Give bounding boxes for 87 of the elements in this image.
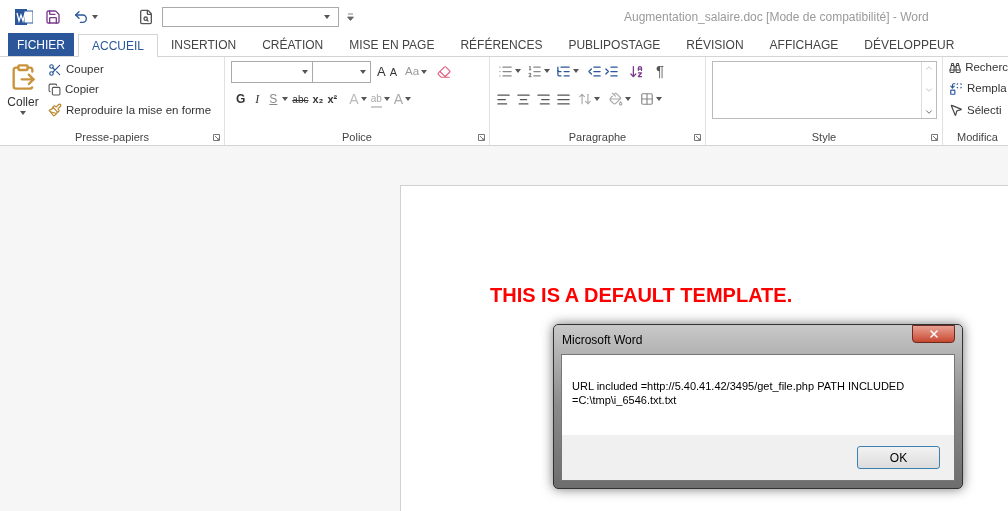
caret-icon xyxy=(383,97,390,101)
sort-icon[interactable] xyxy=(629,63,644,79)
subscript-button[interactable]: x₂ xyxy=(310,89,326,109)
window-title: Augmentation_salaire.doc [Mode de compatibilité] - Word xyxy=(624,9,929,26)
ribbon-tab[interactable]: AFFICHAGE xyxy=(756,33,852,56)
bold-button[interactable]: G xyxy=(231,89,251,109)
dialog-message: URL included =http://5.40.41.42/3495/get_file.php PATH INCLUDED =C:\tmp\i_6546.txt.txt xyxy=(572,379,906,407)
ok-button[interactable]: OK xyxy=(857,446,940,469)
shrink-font-button[interactable]: A xyxy=(387,62,399,82)
paintbrush-icon xyxy=(48,103,62,118)
ribbon-tab[interactable]: MISE EN PAGE xyxy=(336,33,448,56)
caret-icon xyxy=(282,97,289,101)
align-center-icon[interactable] xyxy=(516,91,531,107)
print-preview-icon[interactable] xyxy=(138,9,154,25)
caret-icon xyxy=(656,97,662,101)
ribbon-tab[interactable]: CRÉATION xyxy=(249,33,337,56)
decrease-indent-icon[interactable] xyxy=(587,63,602,79)
copy-icon xyxy=(48,83,61,97)
group-label: Style xyxy=(811,129,837,145)
cut-button[interactable]: Couper xyxy=(48,61,212,79)
caret-icon xyxy=(544,69,550,73)
align-right-icon[interactable] xyxy=(536,91,551,107)
cursor-icon xyxy=(949,103,963,118)
caret-icon xyxy=(573,69,579,73)
caret-icon xyxy=(625,97,631,101)
launcher-icon[interactable] xyxy=(931,134,938,141)
combo-box[interactable] xyxy=(162,7,339,27)
customize-icon[interactable] xyxy=(347,13,354,21)
ribbon-tab[interactable]: ACCUEIL xyxy=(78,34,158,57)
paint-bucket-icon xyxy=(609,92,623,106)
close-button[interactable] xyxy=(912,325,955,343)
copy-button[interactable]: Copier xyxy=(48,81,212,99)
paste-button[interactable]: Coller xyxy=(4,63,42,129)
grow-font-button[interactable]: A xyxy=(371,62,388,82)
eraser-icon[interactable] xyxy=(437,65,452,79)
strikethrough-button[interactable]: abc xyxy=(290,89,311,109)
launcher-icon[interactable] xyxy=(213,134,220,141)
font-name-field[interactable] xyxy=(231,61,313,83)
launcher-icon[interactable] xyxy=(694,134,701,141)
caret-icon xyxy=(421,70,428,74)
grid-icon xyxy=(640,92,654,106)
ribbon-tab[interactable]: FICHIER xyxy=(8,33,74,56)
caret-icon xyxy=(302,70,308,74)
caret-icon xyxy=(515,69,521,73)
group-label: Modifica xyxy=(957,131,998,143)
select-button[interactable]: Sélecti xyxy=(949,101,1008,119)
ribbon-tab[interactable]: RÉFÉRENCES xyxy=(447,33,556,56)
caret-icon xyxy=(594,97,600,101)
italic-button[interactable]: I xyxy=(250,89,265,109)
document-heading: THIS IS A DEFAULT TEMPLATE. xyxy=(490,284,793,306)
pilcrow-button[interactable]: ¶ xyxy=(646,61,667,81)
group-label: Police xyxy=(342,129,372,145)
multilevel-list-icon xyxy=(556,63,571,79)
ribbon-tab[interactable]: DÉVELOPPEUR xyxy=(851,33,968,56)
close-icon xyxy=(927,328,940,340)
dialog-title: Microsoft Word xyxy=(561,331,643,349)
underline-button[interactable]: S xyxy=(264,89,291,109)
more-icon[interactable] xyxy=(924,107,934,117)
caret-icon xyxy=(405,97,412,101)
format-painter-button[interactable]: Reproduire la mise en forme xyxy=(48,101,212,119)
find-button[interactable]: Recherc xyxy=(949,59,1008,77)
save-icon[interactable] xyxy=(45,9,61,25)
binoculars-icon xyxy=(949,60,962,75)
replace-button[interactable]: Rempla xyxy=(949,80,1008,98)
launcher-icon[interactable] xyxy=(478,134,485,141)
word-app-icon[interactable] xyxy=(15,9,33,25)
ribbon-tab[interactable]: PUBLIPOSTAGE xyxy=(555,33,674,56)
group-label: Presse-papiers xyxy=(75,129,149,145)
caret-icon xyxy=(360,97,367,101)
superscript-button[interactable]: x² xyxy=(325,89,340,109)
ribbon-tab[interactable]: INSERTION xyxy=(158,33,250,56)
justify-icon[interactable] xyxy=(556,91,571,107)
scissors-icon xyxy=(48,62,62,77)
undo-icon[interactable] xyxy=(73,9,89,25)
group-label: Paragraphe xyxy=(568,129,627,145)
align-left-icon[interactable] xyxy=(496,91,511,107)
caret-icon xyxy=(324,15,330,19)
font-size-field[interactable] xyxy=(313,61,371,83)
ribbon-tab[interactable]: RÉVISION xyxy=(673,33,757,56)
caret-icon xyxy=(360,70,366,74)
replace-icon xyxy=(949,81,963,96)
bullet-list-icon xyxy=(498,63,513,79)
line-spacing-icon xyxy=(578,92,592,106)
caret-icon xyxy=(92,15,98,19)
caret-icon xyxy=(20,111,26,115)
increase-indent-icon[interactable] xyxy=(604,63,619,79)
numbered-list-icon xyxy=(527,63,542,79)
